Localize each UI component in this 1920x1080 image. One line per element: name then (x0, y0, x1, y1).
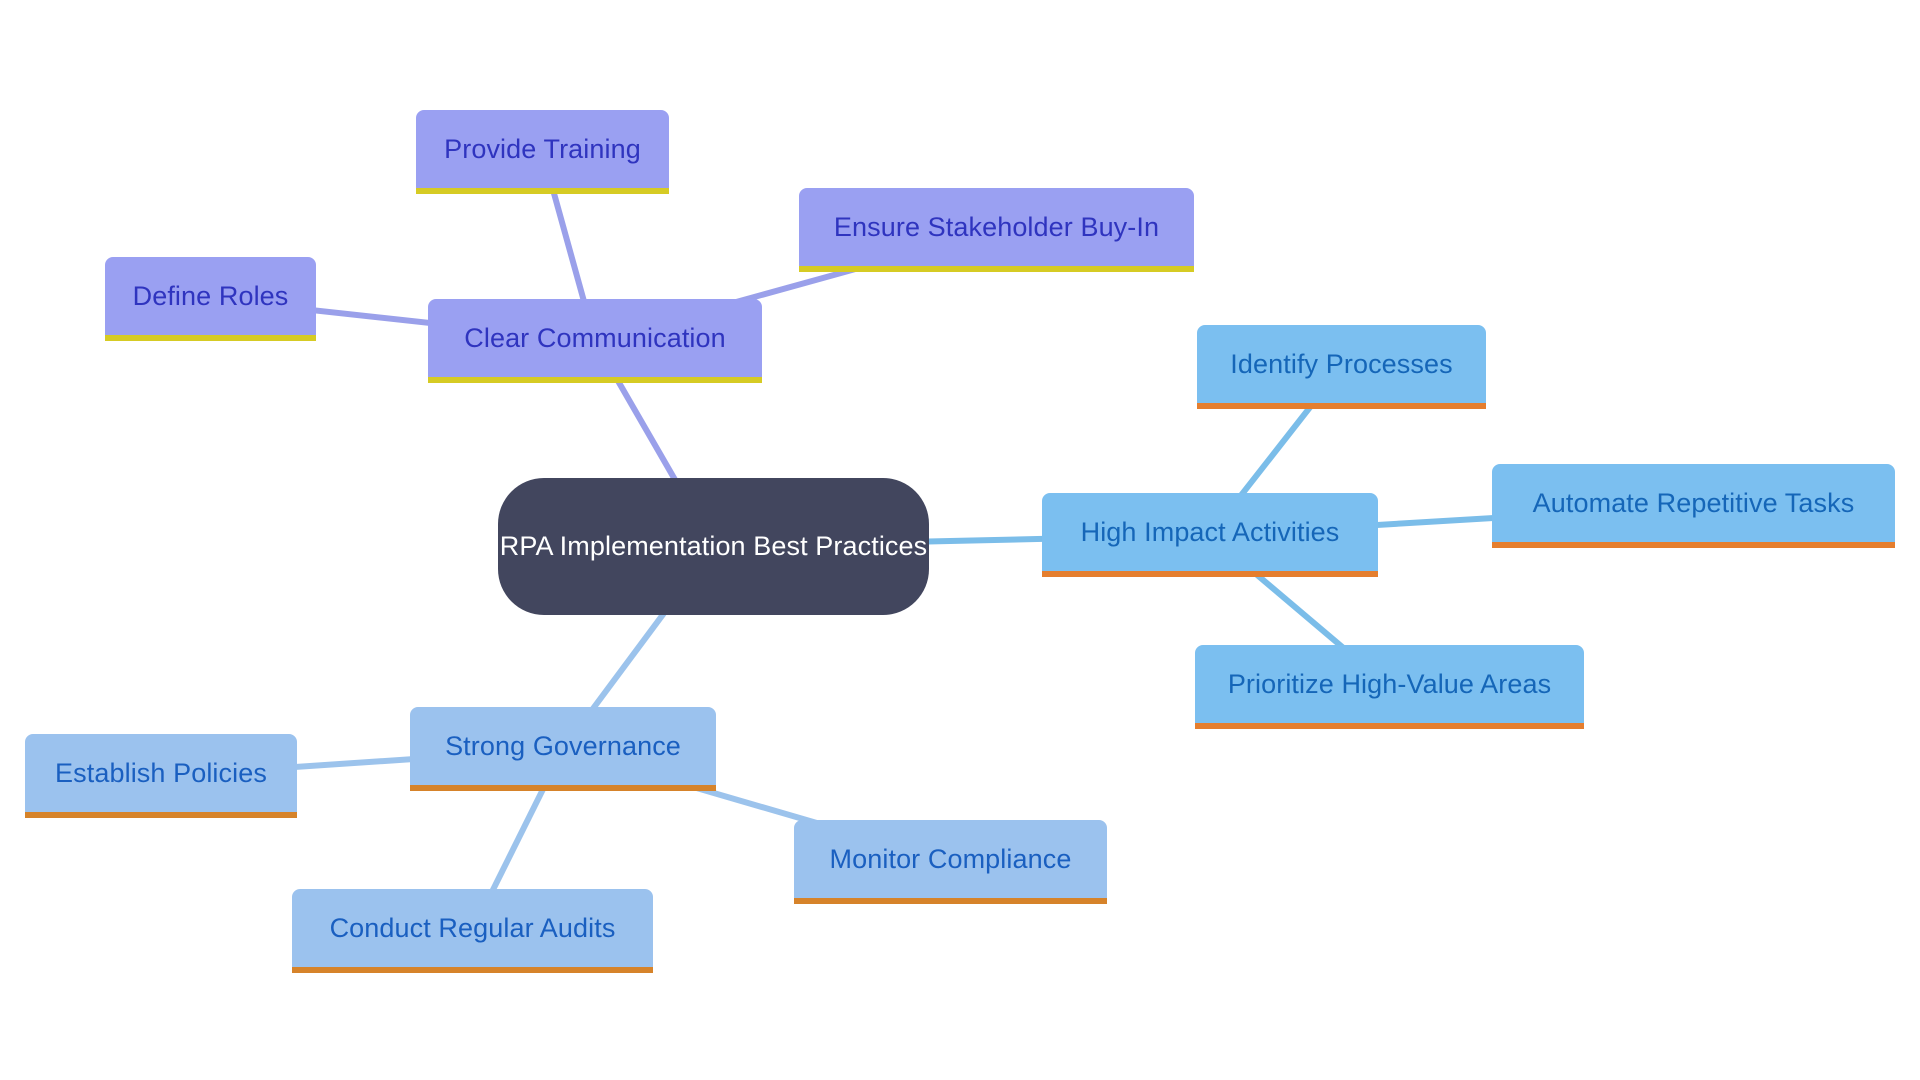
node-accent-bar (428, 377, 762, 383)
node-label: Identify Processes (1230, 349, 1453, 379)
node-label: High Impact Activities (1080, 517, 1340, 547)
node-label: Provide Training (444, 134, 641, 164)
node-label: Strong Governance (445, 731, 681, 761)
leaf-node-establish-policies[interactable]: Establish Policies (25, 734, 297, 818)
node-accent-bar (794, 898, 1107, 904)
leaf-node-prioritize-high-value-areas[interactable]: Prioritize High-Value Areas (1195, 645, 1584, 729)
node-label: Define Roles (132, 281, 289, 311)
node-accent-bar (292, 967, 653, 973)
node-label: Prioritize High-Value Areas (1227, 669, 1552, 699)
root-node-label: RPA Implementation Best Practices (499, 531, 928, 561)
leaf-node-provide-training[interactable]: Provide Training (416, 110, 669, 194)
node-accent-bar (416, 188, 669, 194)
node-label: Clear Communication (464, 323, 726, 353)
branch-node-strong-governance[interactable]: Strong Governance (410, 707, 716, 791)
node-label: Ensure Stakeholder Buy-In (833, 212, 1160, 242)
node-label: Establish Policies (55, 758, 267, 788)
node-label: Automate Repetitive Tasks (1532, 488, 1855, 518)
node-accent-bar (1492, 542, 1895, 548)
node-accent-bar (1195, 723, 1584, 729)
node-accent-bar (1042, 571, 1378, 577)
leaf-node-automate-repetitive-tasks[interactable]: Automate Repetitive Tasks (1492, 464, 1895, 548)
leaf-node-monitor-compliance[interactable]: Monitor Compliance (794, 820, 1107, 904)
node-accent-bar (799, 266, 1194, 272)
leaf-node-define-roles[interactable]: Define Roles (105, 257, 316, 341)
node-accent-bar (1197, 403, 1486, 409)
node-accent-bar (105, 335, 316, 341)
node-label: Conduct Regular Audits (329, 913, 616, 943)
node-label: Monitor Compliance (829, 844, 1072, 874)
node-accent-bar (410, 785, 716, 791)
leaf-node-identify-processes[interactable]: Identify Processes (1197, 325, 1486, 409)
root-node-rpa-best-practices[interactable]: RPA Implementation Best Practices (498, 478, 929, 615)
branch-node-clear-communication[interactable]: Clear Communication (428, 299, 762, 383)
leaf-node-ensure-stakeholder-buy-in[interactable]: Ensure Stakeholder Buy-In (799, 188, 1194, 272)
branch-node-high-impact-activities[interactable]: High Impact Activities (1042, 493, 1378, 577)
leaf-node-conduct-regular-audits[interactable]: Conduct Regular Audits (292, 889, 653, 973)
node-accent-bar (25, 812, 297, 818)
